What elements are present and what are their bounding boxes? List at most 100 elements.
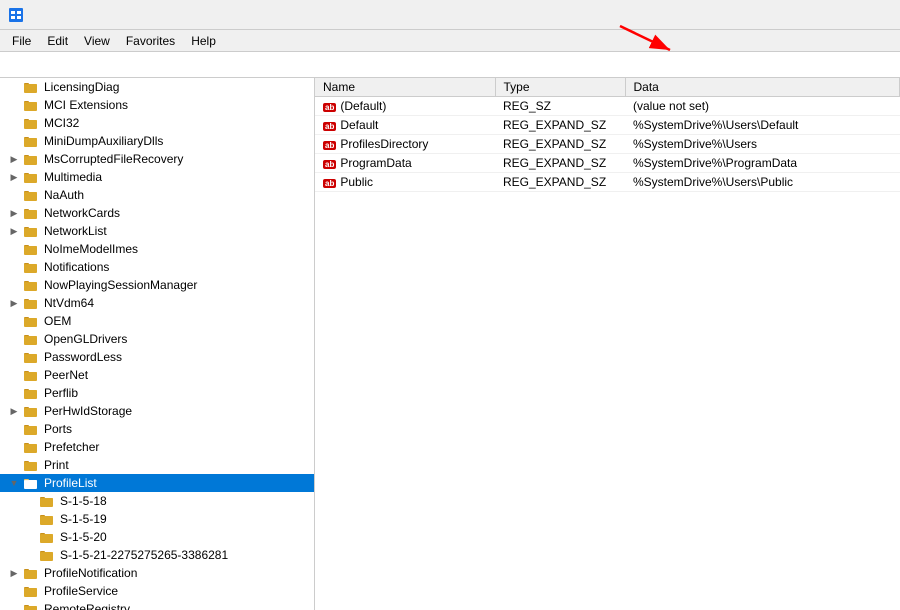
expand-arrow[interactable] bbox=[8, 294, 20, 312]
tree-item-MiniDumpAuxiliaryDlls[interactable]: MiniDumpAuxiliaryDlls bbox=[0, 132, 314, 150]
table-row[interactable]: abPublicREG_EXPAND_SZ%SystemDrive%\Users… bbox=[315, 173, 900, 192]
menu-file[interactable]: File bbox=[4, 32, 39, 50]
folder-icon bbox=[23, 458, 39, 472]
table-row[interactable]: abProfilesDirectoryREG_EXPAND_SZ%SystemD… bbox=[315, 135, 900, 154]
table-row[interactable]: ab(Default)REG_SZ(value not set) bbox=[315, 97, 900, 116]
tree-item-label: OpenGLDrivers bbox=[42, 332, 127, 346]
tree-item-label: RemoteRegistry bbox=[42, 602, 130, 610]
tree-item-NoImeModelImes[interactable]: NoImeModelImes bbox=[0, 240, 314, 258]
tree-item-OpenGLDrivers[interactable]: OpenGLDrivers bbox=[0, 330, 314, 348]
tree-item-label: Ports bbox=[42, 422, 72, 436]
tree-item-PeerNet[interactable]: PeerNet bbox=[0, 366, 314, 384]
folder-icon bbox=[23, 242, 39, 256]
tree-item-MCIExtensions[interactable]: MCI Extensions bbox=[0, 96, 314, 114]
values-table: Name Type Data ab(Default)REG_SZ(value n… bbox=[315, 78, 900, 192]
expand-arrow bbox=[24, 492, 36, 510]
menu-favorites[interactable]: Favorites bbox=[118, 32, 183, 50]
expand-arrow bbox=[8, 132, 20, 150]
value-type: REG_EXPAND_SZ bbox=[495, 135, 625, 154]
expand-arrow[interactable] bbox=[8, 168, 20, 186]
tree-item-ProfileService[interactable]: ProfileService bbox=[0, 582, 314, 600]
tree-item-label: MCI Extensions bbox=[42, 98, 128, 112]
tree-item-NtVdm64[interactable]: NtVdm64 bbox=[0, 294, 314, 312]
folder-icon bbox=[23, 152, 39, 166]
reg-type-icon: ab bbox=[323, 141, 336, 150]
col-header-data[interactable]: Data bbox=[625, 78, 900, 97]
tree-item-Perflib[interactable]: Perflib bbox=[0, 384, 314, 402]
reg-type-icon: ab bbox=[323, 179, 336, 188]
tree-item-S-1-5-20[interactable]: S-1-5-20 bbox=[0, 528, 314, 546]
expand-arrow bbox=[8, 186, 20, 204]
tree-item-NetworkList[interactable]: NetworkList bbox=[0, 222, 314, 240]
tree-item-PasswordLess[interactable]: PasswordLess bbox=[0, 348, 314, 366]
folder-icon bbox=[23, 386, 39, 400]
tree-item-NetworkCards[interactable]: NetworkCards bbox=[0, 204, 314, 222]
tree-item-MCI32[interactable]: MCI32 bbox=[0, 114, 314, 132]
expand-arrow bbox=[8, 96, 20, 114]
value-data: %SystemDrive%\Users\Default bbox=[625, 116, 900, 135]
table-row[interactable]: abDefaultREG_EXPAND_SZ%SystemDrive%\User… bbox=[315, 116, 900, 135]
tree-item-label: NetworkList bbox=[42, 224, 107, 238]
folder-icon bbox=[23, 224, 39, 238]
tree-item-RemoteRegistry[interactable]: RemoteRegistry bbox=[0, 600, 314, 610]
expand-arrow[interactable] bbox=[8, 564, 20, 582]
expand-arrow[interactable] bbox=[8, 402, 20, 420]
expand-arrow bbox=[8, 240, 20, 258]
table-row[interactable]: abProgramDataREG_EXPAND_SZ%SystemDrive%\… bbox=[315, 154, 900, 173]
tree-item-label: NowPlayingSessionManager bbox=[42, 278, 197, 292]
tree-item-NowPlayingSessionManager[interactable]: NowPlayingSessionManager bbox=[0, 276, 314, 294]
value-type: REG_EXPAND_SZ bbox=[495, 154, 625, 173]
expand-arrow[interactable] bbox=[8, 222, 20, 240]
tree-item-S-1-5-19[interactable]: S-1-5-19 bbox=[0, 510, 314, 528]
tree-item-NaAuth[interactable]: NaAuth bbox=[0, 186, 314, 204]
tree-item-S-1-5-18[interactable]: S-1-5-18 bbox=[0, 492, 314, 510]
expand-arrow[interactable] bbox=[8, 150, 20, 168]
reg-type-icon: ab bbox=[323, 103, 336, 112]
folder-icon bbox=[23, 350, 39, 364]
expand-arrow bbox=[8, 78, 20, 96]
expand-arrow bbox=[24, 528, 36, 546]
col-header-type[interactable]: Type bbox=[495, 78, 625, 97]
tree-item-Ports[interactable]: Ports bbox=[0, 420, 314, 438]
folder-icon bbox=[39, 530, 55, 544]
value-name: abProgramData bbox=[315, 154, 495, 173]
tree-item-MsCorruptedFileRecovery[interactable]: MsCorruptedFileRecovery bbox=[0, 150, 314, 168]
tree-item-S-1-5-21-long[interactable]: S-1-5-21-2275275265-3386281 bbox=[0, 546, 314, 564]
tree-item-OEM[interactable]: OEM bbox=[0, 312, 314, 330]
col-header-name[interactable]: Name bbox=[315, 78, 495, 97]
tree-item-LicensingDiag[interactable]: LicensingDiag bbox=[0, 78, 314, 96]
value-name: abDefault bbox=[315, 116, 495, 135]
expand-arrow bbox=[8, 114, 20, 132]
tree-item-label: S-1-5-18 bbox=[58, 494, 107, 508]
minimize-button[interactable] bbox=[800, 0, 846, 30]
tree-item-ProfileNotification[interactable]: ProfileNotification bbox=[0, 564, 314, 582]
menu-help[interactable]: Help bbox=[183, 32, 224, 50]
folder-icon bbox=[23, 368, 39, 382]
folder-icon bbox=[23, 422, 39, 436]
tree-item-label: ProfileService bbox=[42, 584, 118, 598]
tree-item-label: Print bbox=[42, 458, 69, 472]
tree-item-Multimedia[interactable]: Multimedia bbox=[0, 168, 314, 186]
menu-edit[interactable]: Edit bbox=[39, 32, 76, 50]
expand-arrow bbox=[8, 312, 20, 330]
folder-icon bbox=[39, 494, 55, 508]
registry-tree[interactable]: LicensingDiag MCI Extensions MCI32 MiniD… bbox=[0, 78, 315, 610]
expand-arrow[interactable] bbox=[8, 474, 20, 492]
folder-icon bbox=[23, 206, 39, 220]
value-data: %SystemDrive%\Users\Public bbox=[625, 173, 900, 192]
tree-item-Prefetcher[interactable]: Prefetcher bbox=[0, 438, 314, 456]
tree-item-label: MiniDumpAuxiliaryDlls bbox=[42, 134, 163, 148]
tree-item-Print[interactable]: Print bbox=[0, 456, 314, 474]
folder-icon bbox=[23, 116, 39, 130]
tree-item-label: Prefetcher bbox=[42, 440, 99, 454]
tree-item-PerHwIdStorage[interactable]: PerHwIdStorage bbox=[0, 402, 314, 420]
menu-view[interactable]: View bbox=[76, 32, 118, 50]
menu-bar: File Edit View Favorites Help bbox=[0, 30, 900, 52]
tree-item-Notifications[interactable]: Notifications bbox=[0, 258, 314, 276]
expand-arrow bbox=[24, 510, 36, 528]
expand-arrow[interactable] bbox=[8, 204, 20, 222]
close-button[interactable] bbox=[846, 0, 892, 30]
expand-arrow bbox=[8, 276, 20, 294]
tree-item-ProfileList[interactable]: ProfileList bbox=[0, 474, 314, 492]
expand-arrow bbox=[8, 258, 20, 276]
